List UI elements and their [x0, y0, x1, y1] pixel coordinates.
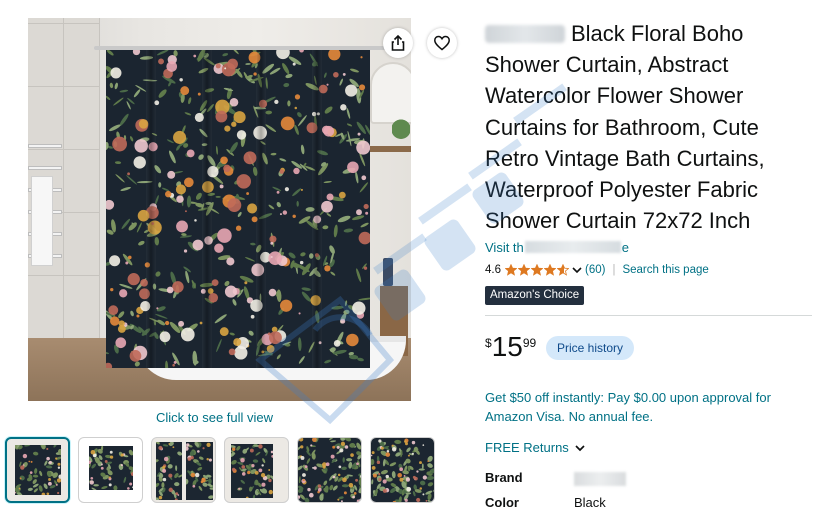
star-icon — [544, 264, 556, 276]
visa-promo-link[interactable]: Get $50 off instantly: Pay $0.00 upon ap… — [485, 388, 815, 426]
thumbnail-curtain — [15, 445, 61, 495]
price-history-button[interactable]: Price history — [546, 336, 635, 360]
towel — [31, 176, 53, 266]
thumbnail-1[interactable] — [5, 437, 70, 503]
star-icon — [518, 264, 530, 276]
spec-key: Brand — [485, 470, 523, 485]
visit-store-link[interactable]: Visit th e — [485, 240, 629, 255]
product-title-text: Black Floral Boho Shower Curtain, Abstra… — [485, 21, 765, 234]
product-title: Black Floral Boho Shower Curtain, Abstra… — [485, 18, 815, 236]
chevron-down-icon[interactable] — [571, 264, 583, 276]
star-rating[interactable] — [505, 264, 570, 276]
spec-value: Black — [574, 495, 606, 508]
price-fraction: 99 — [522, 336, 537, 350]
heart-icon — [434, 35, 450, 51]
spec-key: Color — [485, 495, 519, 508]
free-returns-link[interactable]: FREE Returns — [485, 440, 586, 455]
visit-store-prefix: Visit th — [485, 240, 524, 255]
thumbnail-curtain — [89, 446, 133, 490]
main-product-image[interactable] — [28, 18, 411, 401]
visit-store-suffix: e — [621, 240, 630, 255]
thumbnail-6[interactable] — [370, 437, 435, 503]
full-view-link[interactable]: Click to see full view — [156, 410, 273, 425]
thumbnail-curtain — [186, 442, 213, 500]
search-this-page-link[interactable]: Search this page — [622, 264, 708, 276]
price-symbol: $ — [485, 336, 492, 350]
thumbnail-curtain — [298, 438, 361, 502]
free-returns-label: FREE Returns — [485, 440, 569, 455]
favorite-button[interactable] — [427, 28, 457, 58]
star-icon — [557, 264, 569, 276]
divider — [485, 315, 812, 316]
thumbnail-5[interactable] — [297, 437, 362, 503]
thumbnail-3[interactable] — [151, 437, 216, 503]
thumbnail-curtain — [231, 444, 273, 498]
thumbnail-curtain — [371, 438, 434, 502]
wall-shelf — [366, 146, 411, 152]
redacted-store-name — [524, 241, 621, 253]
redacted-brand-value — [574, 472, 626, 486]
price-whole: 15 — [491, 331, 523, 362]
share-icon — [391, 34, 405, 51]
plant — [392, 118, 410, 146]
rating-row: 4.6 (60) | Search this page — [485, 262, 709, 278]
bottle — [383, 258, 393, 286]
shower-curtain — [106, 50, 370, 368]
star-icon — [531, 264, 543, 276]
amazons-choice-badge: Amazon's Choice — [485, 286, 585, 305]
price: $ 15 99 — [485, 332, 536, 362]
separator: | — [612, 264, 616, 276]
review-count-link[interactable]: (60) — [585, 264, 605, 276]
star-icon — [505, 264, 517, 276]
rating-value: 4.6 — [485, 264, 501, 276]
thumbnail-curtain — [156, 442, 182, 500]
redacted-brand — [485, 25, 565, 43]
thumbnail-2[interactable] — [78, 437, 143, 503]
thumbnail-4[interactable] — [224, 437, 289, 503]
mirror — [370, 62, 411, 124]
share-button[interactable] — [383, 28, 413, 58]
chevron-down-icon — [575, 444, 585, 451]
